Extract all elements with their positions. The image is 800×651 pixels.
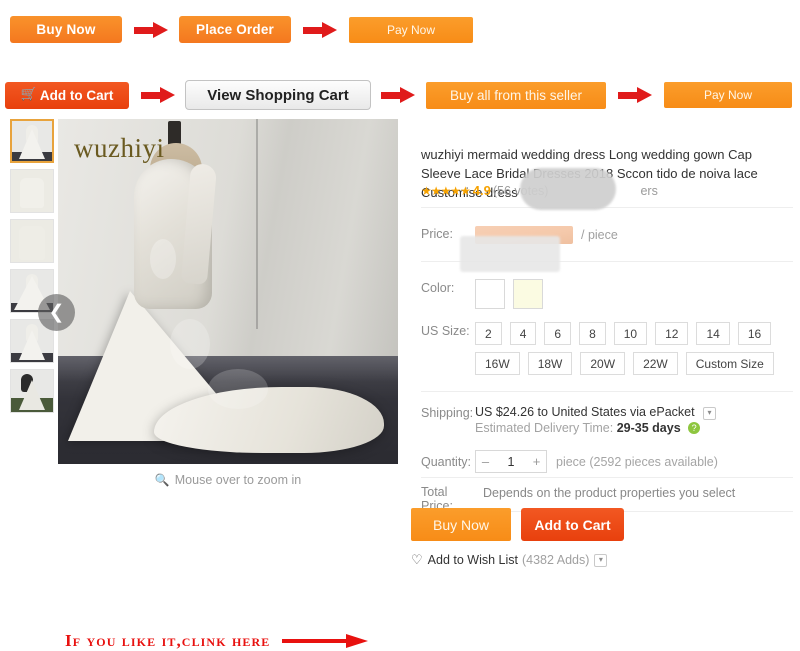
divider (421, 207, 793, 208)
add-to-cart-step-button[interactable]: 🛒 Add to Cart (5, 81, 129, 109)
like-annotation: If you like it,clink here (65, 631, 369, 651)
color-swatch-ivory[interactable] (513, 279, 543, 309)
step-arrow-icon (303, 21, 337, 38)
quantity-decrease-button[interactable]: – (476, 454, 495, 469)
add-to-wish-list[interactable]: ♡ Add to Wish List (4382 Adds) ▾ (411, 552, 608, 568)
step-arrow-icon (141, 87, 175, 103)
divider (421, 477, 793, 478)
heart-icon: ♡ (411, 552, 423, 567)
size-label: US Size: (421, 324, 470, 338)
shipping-label: Shipping: (421, 406, 474, 420)
question-mark-icon[interactable]: ? (688, 422, 701, 434)
purchase-steps-row-buy-now: Buy Now Place Order Pay Now (10, 16, 473, 43)
like-annotation-text: If you like it,clink here (65, 631, 271, 650)
redaction-overlay-title (520, 168, 616, 210)
size-option-14[interactable]: 14 (696, 322, 730, 345)
chevron-down-icon[interactable]: ▾ (703, 407, 717, 420)
search-icon: 🔍 (154, 473, 170, 487)
seller-watermark: wuzhiyi (74, 133, 165, 163)
size-option-16w[interactable]: 16W (475, 352, 520, 375)
quantity-row: Quantity: – + piece (2592 pieces availab… (421, 450, 718, 473)
size-option-10[interactable]: 10 (613, 322, 648, 345)
main-product-image[interactable]: wuzhiyi (58, 119, 398, 464)
color-row: Color: (421, 279, 551, 309)
purchase-steps-row-add-to-cart: 🛒 Add to Cart View Shopping Cart Buy all… (5, 80, 792, 110)
shipping-row: Shipping: US $24.26 to United States via… (421, 404, 717, 422)
size-option-2[interactable]: 2 (475, 322, 502, 345)
add-to-cart-step-label: Add to Cart (39, 87, 114, 103)
size-options: 2 4 6 8 10 12 14 16 16W 18W 20W 22W Cust… (475, 322, 800, 375)
view-shopping-cart-button[interactable]: View Shopping Cart (185, 80, 371, 110)
step-arrow-icon (618, 87, 652, 103)
size-option-12[interactable]: 12 (655, 322, 689, 345)
size-option-custom[interactable]: Custom Size (685, 352, 774, 375)
shipping-value[interactable]: US $24.26 to United States via ePacket (475, 405, 695, 419)
size-option-6[interactable]: 6 (544, 322, 572, 345)
rating-value: 4.9 (472, 183, 491, 198)
pay-now-step-button[interactable]: Pay Now (349, 16, 473, 43)
size-option-8[interactable]: 8 (579, 322, 606, 345)
step-arrow-icon (381, 87, 415, 103)
buy-now-button[interactable]: Buy Now (411, 508, 511, 541)
thumbnail-2[interactable] (10, 169, 54, 213)
quantity-label: Quantity: (421, 454, 472, 469)
delivery-label: Estimated Delivery Time: (475, 421, 614, 435)
zoom-hint-label: Mouse over to zoom in (174, 473, 302, 487)
size-option-16[interactable]: 16 (737, 322, 772, 345)
annotation-arrow-icon (282, 634, 369, 648)
step-arrow-icon (134, 21, 168, 38)
rating-orders: ers (640, 183, 658, 198)
action-buttons: Buy Now Add to Cart (411, 508, 624, 541)
quantity-input[interactable] (495, 453, 527, 470)
size-option-22w[interactable]: 22W (633, 352, 678, 375)
thumbnail-1[interactable] (10, 119, 54, 163)
size-option-4[interactable]: 4 (509, 322, 537, 345)
thumbnail-3[interactable] (10, 219, 54, 263)
thumbnail-6[interactable] (10, 369, 54, 413)
buy-now-step-button[interactable]: Buy Now (10, 16, 122, 43)
pay-now-step-button-2[interactable]: Pay Now (664, 82, 792, 108)
place-order-step-button[interactable]: Place Order (179, 16, 291, 43)
color-swatch-white[interactable] (475, 279, 505, 309)
thumbnail-strip (10, 119, 56, 419)
redaction-overlay-price (460, 236, 560, 272)
add-to-cart-button[interactable]: Add to Cart (521, 508, 624, 541)
price-unit: / piece (581, 228, 618, 242)
color-label: Color: (421, 281, 455, 295)
buy-all-from-seller-button[interactable]: Buy all from this seller (426, 81, 606, 109)
zoom-hint: 🔍 Mouse over to zoom in (58, 466, 398, 494)
size-row: US Size: 2 4 6 8 10 12 14 16 16W 18W 20W… (421, 322, 800, 375)
quantity-stepper[interactable]: – + (475, 450, 547, 473)
stock-availability: piece (2592 pieces available) (556, 454, 718, 469)
gallery-previous-button[interactable]: ❮ (38, 294, 75, 331)
wishlist-count: (4382 Adds) (521, 553, 590, 567)
size-option-18w[interactable]: 18W (527, 352, 573, 375)
chevron-down-icon[interactable]: ▾ (594, 553, 608, 567)
wishlist-label: Add to Wish List (427, 553, 518, 567)
shopping-cart-icon: 🛒 (20, 86, 37, 101)
divider (421, 391, 793, 392)
chevron-left-icon: ❮ (48, 302, 65, 323)
total-price-value: Depends on the product properties you se… (483, 486, 736, 500)
delivery-estimate: Estimated Delivery Time: 29-35 days ? (475, 421, 701, 435)
quantity-increase-button[interactable]: + (527, 454, 546, 469)
size-option-20w[interactable]: 20W (580, 352, 626, 375)
star-rating-icon: ★★★★★ (421, 183, 471, 198)
wall-edge (256, 119, 258, 329)
product-detail-panel: ❮ wuzhiyi 🔍 Mouse over to zoom in wuzhiy… (10, 119, 793, 650)
delivery-days: 29-35 days (616, 421, 681, 435)
